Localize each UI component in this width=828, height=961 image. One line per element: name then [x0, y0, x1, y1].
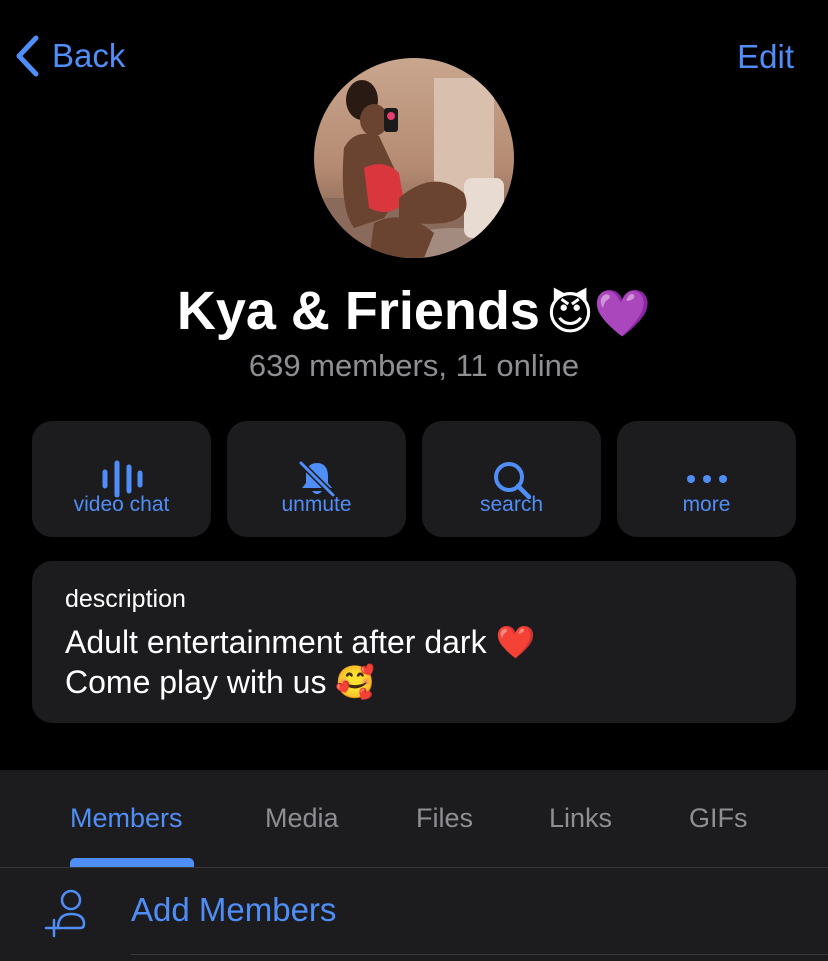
back-button[interactable]: Back [14, 34, 125, 78]
chevron-left-icon [16, 35, 39, 77]
group-name: Kya & Friends [176, 281, 540, 341]
video-chat-label: video chat [73, 493, 170, 516]
active-tab-indicator [70, 858, 194, 867]
more-button[interactable]: more [617, 421, 796, 537]
add-members-row[interactable]: Add Members [0, 868, 828, 961]
more-label: more [682, 493, 731, 516]
tab-links[interactable]: Links [549, 803, 612, 834]
tab-media[interactable]: Media [265, 803, 339, 834]
add-members-label: Add Members [131, 891, 337, 928]
description-card: description Adult entertainment after da… [32, 561, 796, 723]
tab-gifs[interactable]: GIFs [689, 803, 748, 834]
tab-files[interactable]: Files [416, 803, 473, 834]
description-text-1: Adult entertainment after dark [65, 624, 487, 660]
row-divider [131, 954, 828, 955]
avatar[interactable] [314, 58, 514, 258]
search-label: search [479, 493, 544, 516]
video-chat-button[interactable]: video chat [32, 421, 211, 537]
description-line-2: Come play with us 🥰 [65, 663, 375, 701]
heart-emoji: ❤️ [495, 623, 536, 661]
description-text-2: Come play with us [65, 664, 327, 700]
description-label: description [65, 585, 186, 613]
description-line-1: Adult entertainment after dark ❤️ [65, 623, 535, 661]
title-emojis: 😈💜 [545, 286, 652, 340]
add-member-icon [44, 889, 86, 938]
edit-button[interactable]: Edit [737, 38, 794, 76]
group-title: Kya & Friends 😈💜 [0, 280, 828, 342]
unmute-button[interactable]: unmute [227, 421, 406, 537]
tab-members[interactable]: Members [70, 803, 183, 834]
member-count: 639 members, 11 online [248, 348, 580, 383]
unmute-label: unmute [281, 493, 352, 516]
media-tab-bar: Members Media Files Links GIFs [0, 770, 828, 867]
back-label: Back [52, 37, 126, 74]
smiling-hearts-emoji: 🥰 [335, 663, 376, 701]
search-button[interactable]: search [422, 421, 601, 537]
